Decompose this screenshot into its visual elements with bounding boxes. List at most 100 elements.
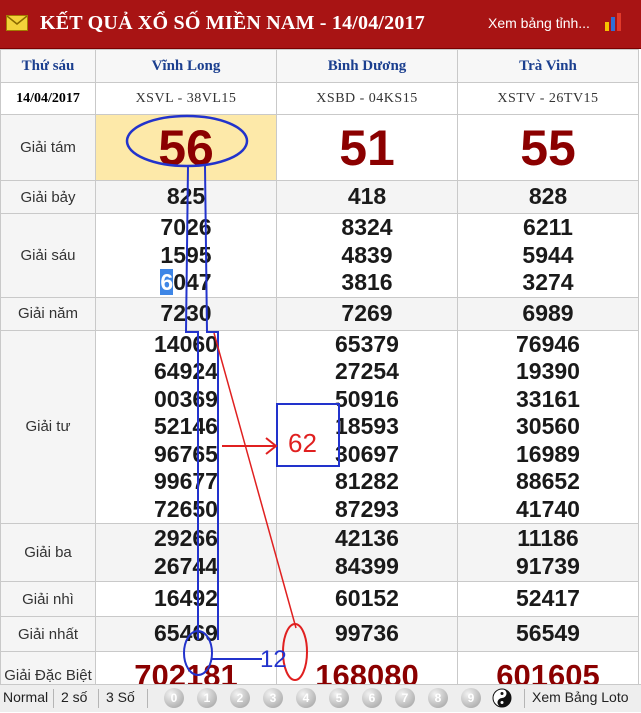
digit-button[interactable]: 0 bbox=[164, 688, 184, 708]
prize-number: 3274 bbox=[522, 269, 574, 295]
envelope-icon[interactable] bbox=[6, 15, 28, 31]
prize-cell: 8324 4839 3816 bbox=[276, 213, 458, 298]
province-name[interactable]: Vĩnh Long bbox=[95, 49, 277, 83]
bar-chart-icon[interactable] bbox=[604, 13, 622, 31]
prize-label: Giải nhất bbox=[0, 616, 96, 652]
prize-number: 91739 bbox=[516, 552, 580, 579]
prize-number: 50916 bbox=[335, 385, 399, 412]
prize-number: 7269 bbox=[276, 296, 458, 331]
prize-label: Giải tám bbox=[0, 114, 96, 181]
prize-number: 87293 bbox=[335, 495, 399, 522]
prize-cell: 6211 5944 3274 bbox=[457, 213, 639, 298]
province-name[interactable]: Bình Dương bbox=[276, 49, 458, 83]
prize-label: Giải sáu bbox=[0, 213, 96, 298]
divider bbox=[98, 689, 99, 708]
prize-number: 99736 bbox=[276, 616, 458, 652]
footer-toolbar: Normal 2 số 3 Số 0 1 2 3 4 5 6 7 8 9 Xem… bbox=[0, 684, 641, 712]
prize-number: 8324 bbox=[341, 214, 393, 240]
digit-button[interactable]: 4 bbox=[296, 688, 316, 708]
divider bbox=[147, 689, 148, 708]
prize-number: 18593 bbox=[335, 413, 399, 439]
selected-digit: 6 bbox=[160, 269, 174, 295]
prize-label: Giải tư bbox=[0, 329, 96, 524]
prize-cell: 42136 84399 bbox=[276, 523, 458, 582]
prize-number: 84399 bbox=[335, 552, 399, 579]
prize-label: Giải năm bbox=[0, 296, 96, 331]
results-table: Thứ sáu Vĩnh Long Bình Dương Trà Vinh 14… bbox=[0, 49, 639, 700]
prize-number: 30560 bbox=[516, 413, 580, 439]
digit-button[interactable]: 1 bbox=[197, 688, 217, 708]
prize-cell: 7026 1595 6047 bbox=[95, 213, 277, 298]
divider bbox=[53, 689, 54, 708]
prize-row-g5: Giải năm 7230 7269 6989 bbox=[0, 296, 639, 331]
prize-number: 6989 bbox=[457, 296, 639, 331]
normal-mode-button[interactable]: Normal bbox=[3, 689, 48, 705]
prize-number: 4839 bbox=[341, 241, 393, 268]
digit-button[interactable]: 2 bbox=[230, 688, 250, 708]
day-label: Thứ sáu bbox=[0, 49, 96, 83]
prize-number: 3816 bbox=[341, 269, 393, 295]
province-header-row: Thứ sáu Vĩnh Long Bình Dương Trà Vinh bbox=[0, 49, 639, 83]
code-row: 14/04/2017 XSVL - 38VL15 XSBD - 04KS15 X… bbox=[0, 82, 639, 115]
prize-row-g3: Giải ba 29266 26744 42136 84399 11186 91… bbox=[0, 523, 639, 582]
prize-number: 828 bbox=[457, 180, 639, 214]
digit-button[interactable]: 3 bbox=[263, 688, 283, 708]
prize-number: 55 bbox=[457, 114, 639, 181]
prize-number: 81282 bbox=[335, 468, 399, 494]
prize-row-g1: Giải nhất 65469 99736 56549 bbox=[0, 616, 639, 652]
prize-row-g2: Giải nhì 16492 60152 52417 bbox=[0, 581, 639, 617]
prize-number: 60152 bbox=[276, 581, 458, 617]
two-digit-button[interactable]: 2 số bbox=[61, 689, 87, 705]
digit-button[interactable]: 8 bbox=[428, 688, 448, 708]
digit-button[interactable]: 5 bbox=[329, 688, 349, 708]
prize-number: 16492 bbox=[95, 581, 277, 617]
prize-number: 19390 bbox=[516, 358, 580, 384]
prize-number: 7230 bbox=[95, 296, 277, 331]
prize-label: Giải nhì bbox=[0, 581, 96, 617]
results-header: KẾT QUẢ XỔ SỐ MIỀN NAM - 14/04/2017 Xem … bbox=[0, 0, 641, 49]
prize-number: 27254 bbox=[335, 358, 399, 384]
prize-row-g7: Giải bảy 825 418 828 bbox=[0, 180, 639, 214]
prize-number: 76946 bbox=[516, 330, 580, 357]
prize-label: Giải ba bbox=[0, 523, 96, 582]
prize-number: 56 bbox=[95, 114, 277, 181]
prize-number: 96765 bbox=[154, 440, 218, 467]
prize-number: 7026 bbox=[160, 214, 212, 240]
prize-row-g6: Giải sáu 7026 1595 6047 8324 4839 3816 6… bbox=[0, 213, 639, 298]
yin-yang-icon[interactable] bbox=[492, 688, 512, 708]
prize-number: 72650 bbox=[154, 495, 218, 522]
prize-number: 6211 bbox=[523, 214, 573, 240]
prize-number: 65379 bbox=[335, 330, 399, 357]
prize-number: 00369 bbox=[154, 385, 218, 412]
prize-number: 11186 bbox=[517, 525, 579, 551]
prize-number: 41740 bbox=[516, 495, 580, 522]
view-loto-table-button[interactable]: Xem Bảng Loto bbox=[532, 689, 629, 705]
prize-label: Giải bảy bbox=[0, 180, 96, 214]
ticket-code: XSVL - 38VL15 bbox=[95, 82, 277, 115]
digit-button[interactable]: 6 bbox=[362, 688, 382, 708]
prize-number: 88652 bbox=[516, 468, 580, 494]
prize-cell: 76946 19390 33161 30560 16989 88652 4174… bbox=[457, 329, 639, 524]
prize-number: 64924 bbox=[154, 358, 218, 384]
prize-number: 6047 bbox=[160, 269, 212, 295]
prize-number: 14060 bbox=[154, 330, 218, 357]
divider bbox=[524, 689, 525, 708]
prize-number: 56549 bbox=[457, 616, 639, 652]
ticket-code: XSTV - 26TV15 bbox=[457, 82, 639, 115]
prize-cell: 65379 27254 50916 18593 30697 81282 8729… bbox=[276, 329, 458, 524]
prize-number: 51 bbox=[276, 114, 458, 181]
prize-number: 65469 bbox=[95, 616, 277, 652]
prize-cell: 14060 64924 00369 52146 96765 99677 7265… bbox=[95, 329, 277, 524]
prize-number: 33161 bbox=[516, 385, 580, 412]
province-name[interactable]: Trà Vinh bbox=[457, 49, 639, 83]
prize-number: 99677 bbox=[154, 468, 218, 494]
prize-number: 52417 bbox=[457, 581, 639, 617]
view-province-table-link[interactable]: Xem bảng tỉnh... bbox=[488, 15, 590, 31]
prize-number: 52146 bbox=[154, 413, 218, 439]
digit-button[interactable]: 7 bbox=[395, 688, 415, 708]
digit-button[interactable]: 9 bbox=[461, 688, 481, 708]
three-digit-button[interactable]: 3 Số bbox=[106, 689, 135, 705]
prize-number: 825 bbox=[95, 180, 277, 214]
prize-number: 5944 bbox=[522, 241, 574, 268]
draw-date: 14/04/2017 bbox=[0, 82, 96, 115]
